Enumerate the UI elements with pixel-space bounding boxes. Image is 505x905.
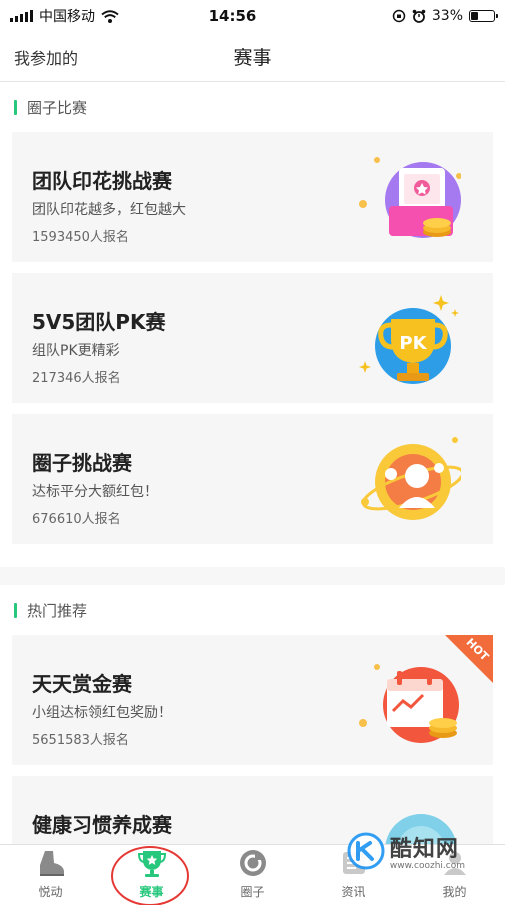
watermark-name: 酷知网 [389, 837, 459, 862]
orientation-lock-icon [392, 9, 406, 23]
tab-matches[interactable]: 赛事 [101, 845, 202, 905]
svg-text:PK: PK [399, 333, 427, 354]
section-title: 圈子比赛 [27, 98, 88, 117]
coozhi-logo-icon [347, 832, 385, 870]
watermark-url: www.coozhi.com [389, 861, 465, 871]
tab-label: 悦动 [38, 885, 63, 899]
nav-bar: 我参加的 赛事 [0, 32, 505, 82]
signal-icon [10, 10, 33, 22]
card-title: 圈子挑战赛 [32, 451, 132, 475]
card-desc: 小组达标领红包奖励！ [32, 705, 172, 721]
section-circle-matches: 圈子比赛 团队印花挑战赛 团队印花越多，红包越大 1593450人报名 5V5团… [0, 82, 505, 567]
highlight-circle [111, 846, 189, 905]
section-title: 热门推荐 [27, 601, 88, 620]
status-bar: 中国移动 14:56 33% [0, 0, 505, 32]
battery-percent: 33% [431, 8, 463, 24]
circle-icon [239, 850, 266, 876]
section-header: 热门推荐 [12, 585, 493, 635]
tab-activity[interactable]: 悦动 [0, 845, 101, 905]
card-desc: 组队PK更精彩 [32, 343, 120, 359]
shoe-icon [39, 851, 64, 876]
main-content: 圈子比赛 团队印花挑战赛 团队印花越多，红包越大 1593450人报名 5V5团… [0, 82, 505, 844]
battery-icon [469, 10, 498, 22]
hot-badge: HOT [445, 635, 493, 683]
match-card-daily-bounty[interactable]: 天天赏金赛 小组达标领红包奖励！ 5651583人报名 HOT [12, 635, 493, 765]
card-title: 团队印花挑战赛 [32, 169, 172, 193]
section-accent-bar [14, 602, 17, 618]
my-joined-button[interactable]: 我参加的 [14, 45, 78, 69]
tab-label: 资讯 [341, 885, 366, 899]
card-count: 676610人报名 [32, 512, 121, 527]
card-title: 健康习惯养成赛 [32, 813, 172, 837]
tab-label: 我的 [442, 885, 467, 899]
tab-label: 圈子 [240, 885, 265, 899]
card-count: 5651583人报名 [32, 733, 129, 748]
section-accent-bar [14, 99, 17, 115]
site-watermark: 酷知网 www.coozhi.com [346, 831, 465, 871]
wifi-icon [101, 9, 119, 23]
stamp-ticket-icon [359, 157, 461, 238]
card-count: 217346人报名 [32, 371, 121, 386]
status-time: 14:56 [208, 7, 257, 25]
carrier-label: 中国移动 [39, 9, 95, 25]
pk-trophy-icon: PK [359, 295, 459, 384]
card-count: 1593450人报名 [32, 230, 129, 245]
match-card-circle-challenge[interactable]: 圈子挑战赛 达标平分大额红包！ 676610人报名 [12, 414, 493, 544]
tab-circle[interactable]: 圈子 [202, 845, 303, 905]
section-hot-recommend: 热门推荐 天天赏金赛 小组达标领红包奖励！ 5651583人报名 HOT 健康习… [0, 585, 505, 844]
card-title: 5V5团队PK赛 [32, 310, 166, 334]
circle-people-icon [361, 437, 461, 520]
card-desc: 达标平分大额红包！ [32, 484, 158, 500]
section-header: 圈子比赛 [12, 82, 493, 132]
card-desc: 团队印花越多，红包越大 [32, 202, 186, 218]
match-card-team-stamp[interactable]: 团队印花挑战赛 团队印花越多，红包越大 1593450人报名 [12, 132, 493, 262]
battery-fill [471, 12, 479, 20]
card-title: 天天赏金赛 [32, 672, 132, 696]
alarm-icon [412, 9, 426, 23]
match-card-5v5-pk[interactable]: 5V5团队PK赛 组队PK更精彩 217346人报名 PK [12, 273, 493, 403]
